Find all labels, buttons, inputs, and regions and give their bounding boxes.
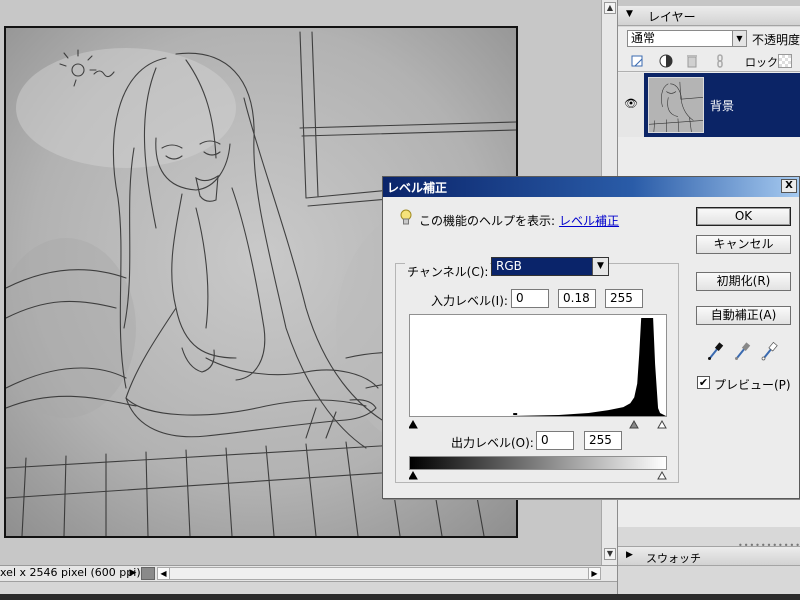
- taskbar-edge: [0, 594, 800, 600]
- dialog-title: レベル補正: [387, 181, 448, 195]
- black-eyedropper-icon[interactable]: [706, 340, 726, 362]
- chevron-down-icon[interactable]: ▼: [592, 258, 608, 275]
- ok-button[interactable]: OK: [696, 207, 791, 226]
- status-thumbnail: [141, 567, 155, 580]
- preview-checkbox[interactable]: ✔: [697, 376, 710, 389]
- layer-name: 背景: [710, 99, 735, 113]
- help-link[interactable]: レベル補正: [559, 214, 619, 228]
- new-layer-icon[interactable]: [630, 53, 646, 69]
- input-gamma-handle: [629, 419, 639, 429]
- layer-thumbnail: [648, 77, 704, 133]
- channel-value: RGB: [496, 259, 522, 273]
- scroll-down-arrow-icon[interactable]: ▼: [604, 548, 616, 560]
- lightbulb-icon: [400, 209, 412, 225]
- scroll-right-arrow-icon[interactable]: ▶: [588, 568, 600, 579]
- close-button[interactable]: X: [781, 179, 797, 193]
- input-levels-slider[interactable]: [409, 419, 667, 429]
- output-black-handle: [409, 470, 418, 480]
- horizontal-scrollbar[interactable]: ◀ ▶: [157, 567, 601, 580]
- reset-button[interactable]: 初期化(R): [696, 272, 791, 291]
- blend-mode-value: 通常: [631, 31, 656, 45]
- input-white-handle: [657, 419, 667, 429]
- input-white-field[interactable]: 255: [605, 289, 643, 308]
- white-eyedropper-icon[interactable]: [760, 340, 780, 362]
- channel-select[interactable]: RGB ▼: [491, 257, 609, 276]
- swatches-panel-title: スウォッチ: [646, 552, 701, 565]
- lock-label: ロック:: [745, 56, 782, 69]
- lock-transparency-icon[interactable]: [778, 54, 792, 68]
- input-black-field[interactable]: 0: [511, 289, 549, 308]
- adjustment-layer-icon[interactable]: [658, 53, 674, 69]
- scroll-left-arrow-icon[interactable]: ◀: [158, 568, 170, 579]
- auto-levels-button[interactable]: 自動補正(A): [696, 306, 791, 325]
- eye-icon[interactable]: 👁: [623, 97, 639, 111]
- histogram: [409, 314, 667, 417]
- layers-panel-header[interactable]: ▼ レイヤー: [618, 6, 800, 26]
- expand-triangle-icon[interactable]: ▶: [626, 550, 633, 560]
- layer-row[interactable]: 👁 背景: [618, 73, 800, 137]
- output-levels-label: 出力レベル(O):: [451, 436, 534, 450]
- help-text-label: この機能のヘルプを表示:: [419, 214, 556, 228]
- output-white-handle: [657, 470, 667, 480]
- opacity-label: 不透明度: [752, 33, 800, 47]
- layer-toolbar: ロック:: [618, 50, 800, 72]
- collapse-triangle-icon[interactable]: ▼: [626, 9, 633, 19]
- preview-label[interactable]: プレビュー(P): [714, 376, 791, 393]
- status-menu-arrow-icon[interactable]: ▶: [127, 567, 139, 579]
- document-size-text: xel x 2546 pixel (600 ppi): [0, 566, 141, 579]
- output-white-field[interactable]: 255: [584, 431, 622, 450]
- output-black-field[interactable]: 0: [536, 431, 574, 450]
- input-levels-label: 入力レベル(I):: [431, 294, 508, 308]
- output-levels-slider[interactable]: [409, 470, 667, 480]
- layer-selected[interactable]: 背景: [644, 73, 800, 137]
- input-gamma-field[interactable]: 0.18: [558, 289, 596, 308]
- blend-mode-select[interactable]: 通常 ▼: [627, 30, 747, 47]
- dialog-title-bar[interactable]: レベル補正 X: [383, 177, 799, 197]
- levels-dialog: レベル補正 X この機能のヘルプを表示: レベル補正 OK キャンセル 初期化(R…: [382, 176, 800, 499]
- layers-panel-title: レイヤー: [648, 10, 696, 24]
- cancel-button[interactable]: キャンセル: [696, 235, 791, 254]
- help-text: この機能のヘルプを表示: レベル補正: [419, 212, 619, 229]
- output-gradient-bar: [409, 456, 667, 470]
- swatches-panel-header[interactable]: ▶ スウォッチ: [618, 546, 800, 566]
- input-black-handle: [409, 419, 418, 429]
- gray-eyedropper-icon[interactable]: [733, 340, 753, 362]
- link-icon[interactable]: [712, 53, 728, 69]
- chevron-down-icon[interactable]: ▼: [732, 31, 746, 46]
- channel-label: チャンネル(C):: [405, 263, 491, 280]
- status-bar: xel x 2546 pixel (600 ppi) ▶ ◀ ▶: [0, 565, 617, 581]
- scroll-up-arrow-icon[interactable]: ▲: [604, 2, 616, 14]
- trash-icon[interactable]: [684, 53, 700, 69]
